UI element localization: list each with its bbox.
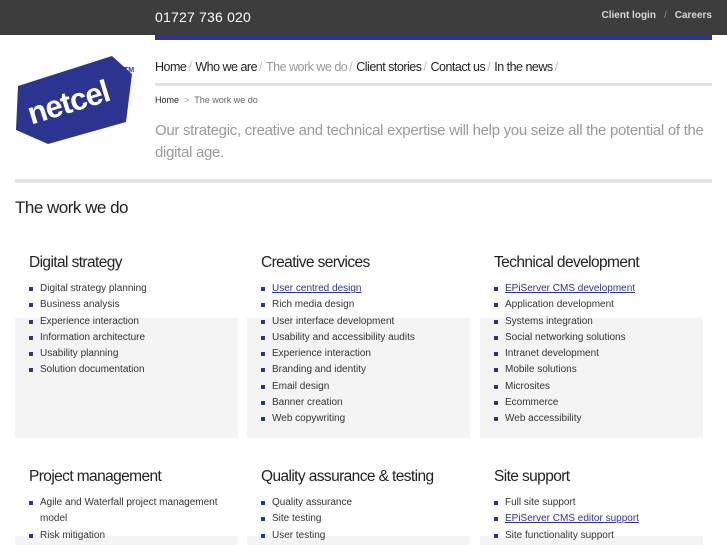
list-item: Branding and identity <box>261 362 470 378</box>
list-item: Application development <box>494 297 703 313</box>
top-bar: 01727 736 020 Client login / Careers <box>0 0 727 35</box>
section-title: Project management <box>29 468 162 485</box>
careers-link[interactable]: Careers <box>675 10 712 21</box>
section-digital-strategy: Digital strategy Digital strategy planni… <box>15 254 238 438</box>
breadcrumb-home[interactable]: Home <box>155 95 179 105</box>
nav-separator: / <box>259 60 263 74</box>
section-technical-development: Technical development EPiServer CMS deve… <box>480 254 703 438</box>
breadcrumb: Home > The work we do <box>155 95 258 105</box>
list-item: Solution documentation <box>29 362 238 378</box>
section-list: Digital strategy planning Business analys… <box>15 281 238 379</box>
section-title: Technical development <box>494 254 640 271</box>
client-login-link[interactable]: Client login <box>602 10 656 21</box>
list-item: Microsites <box>494 379 703 395</box>
intro-text: Our strategic, creative and technical ex… <box>155 122 704 161</box>
list-item: Digital strategy planning <box>29 281 238 297</box>
section-list: Full site support EPiServer CMS editor su… <box>480 495 703 544</box>
section-list: User centred design Rich media design User… <box>247 281 470 428</box>
section-list: Agile and Waterfall project management m… <box>15 495 238 544</box>
list-item: Site functionality support <box>494 528 703 544</box>
list-item: Systems integration <box>494 314 703 330</box>
section-creative-services: Creative services User centred design Ric… <box>247 254 470 438</box>
nav-item-who-we-are[interactable]: Who we are <box>195 60 257 74</box>
list-item: User testing <box>261 528 470 544</box>
list-item: Risk mitigation <box>29 528 238 544</box>
list-item: Social networking solutions <box>494 330 703 346</box>
accent-bar <box>155 35 712 40</box>
nav-separator: / <box>423 60 427 74</box>
netcel-logo[interactable]: netcel TM <box>12 52 144 146</box>
nav-divider <box>155 83 712 86</box>
section-project-management: Project management Agile and Waterfall p… <box>15 468 238 545</box>
section-title: Quality assurance & testing <box>261 468 434 485</box>
section-list: EPiServer CMS development Application dev… <box>480 281 703 428</box>
phone-number: 01727 736 020 <box>155 9 252 25</box>
list-item: Email design <box>261 379 470 395</box>
top-links: Client login / Careers <box>602 10 713 21</box>
list-item: User interface development <box>261 314 470 330</box>
section-title: Creative services <box>261 254 370 271</box>
list-item: Usability and accessibility audits <box>261 330 470 346</box>
service-link[interactable]: EPiServer CMS development <box>494 281 703 297</box>
list-item: Experience interaction <box>29 314 238 330</box>
nav-item-in-the-news[interactable]: In the news <box>494 60 553 74</box>
nav-separator: / <box>487 60 491 74</box>
list-item: Intranet development <box>494 346 703 362</box>
list-item: Web copywriting <box>261 411 470 427</box>
section-title: Digital strategy <box>29 254 123 271</box>
logo-tm: TM <box>124 67 134 74</box>
section-title: Site support <box>494 468 570 485</box>
nav-item-the-work-we-do[interactable]: The work we do <box>266 60 348 74</box>
breadcrumb-separator: > <box>184 95 190 105</box>
list-item: Information architecture <box>29 330 238 346</box>
list-item: Mobile solutions <box>494 362 703 378</box>
list-item: Usability planning <box>29 346 238 362</box>
nav-item-home[interactable]: Home <box>155 60 187 74</box>
section-site-support: Site support Full site support EPiServer … <box>480 468 703 545</box>
nav-item-client-stories[interactable]: Client stories <box>356 60 422 74</box>
nav-item-contact-us[interactable]: Contact us <box>430 60 485 74</box>
list-item: Ecommerce <box>494 395 703 411</box>
page-title: The work we do <box>15 198 129 217</box>
top-links-separator: / <box>663 10 667 21</box>
section-list: Quality assurance Site testing User testin… <box>247 495 470 544</box>
list-item: Web accessibility <box>494 411 703 427</box>
list-item: Full site support <box>494 495 703 511</box>
service-link[interactable]: EPiServer CMS editor support <box>494 511 703 527</box>
content-divider <box>15 179 712 183</box>
list-item: Rich media design <box>261 297 470 313</box>
main-nav: Home / Who we are / The work we do / Client st… <box>155 60 562 74</box>
nav-separator: / <box>349 60 353 74</box>
nav-separator: / <box>554 60 558 74</box>
service-link[interactable]: User centred design <box>261 281 470 297</box>
list-item: Agile and Waterfall project management m… <box>29 495 238 528</box>
list-item: Experience interaction <box>261 346 470 362</box>
breadcrumb-current: The work we do <box>194 95 258 105</box>
list-item: Quality assurance <box>261 495 470 511</box>
list-item: Banner creation <box>261 395 470 411</box>
nav-separator: / <box>188 60 192 74</box>
list-item: Site testing <box>261 511 470 527</box>
section-quality-assurance: Quality assurance & testing Quality assu… <box>247 468 470 545</box>
list-item: Business analysis <box>29 297 238 313</box>
